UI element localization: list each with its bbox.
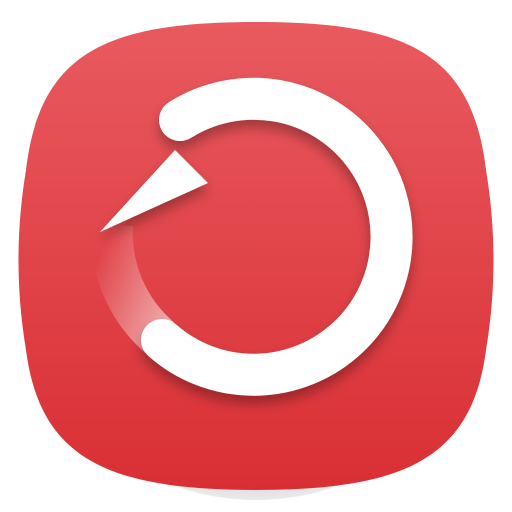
app-icon-canvas [0, 0, 512, 512]
app-icon[interactable] [0, 0, 512, 512]
